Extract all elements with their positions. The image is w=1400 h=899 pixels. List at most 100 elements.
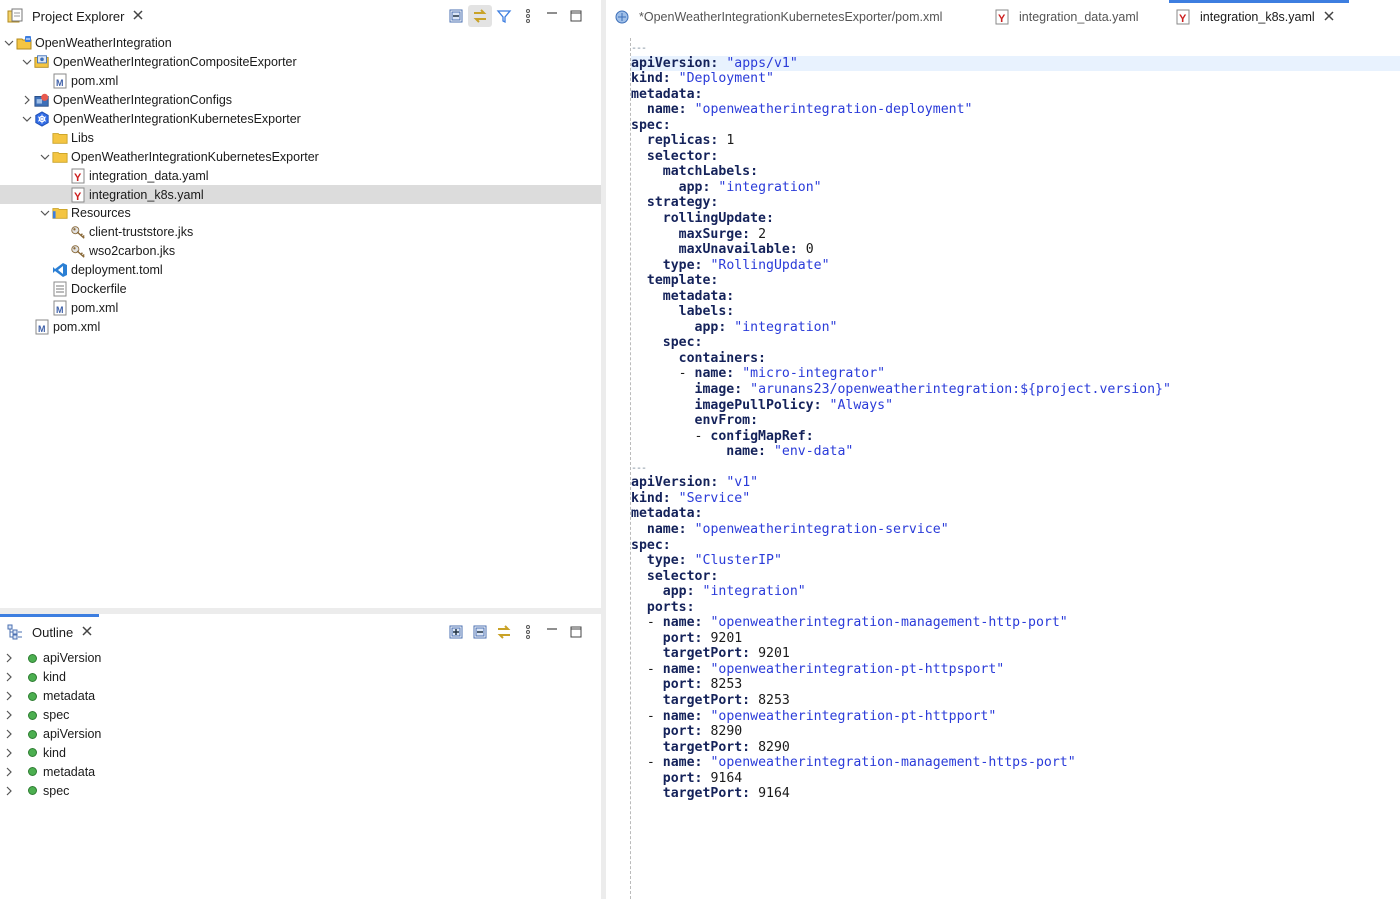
yaml-number-value: 8253	[710, 677, 743, 693]
yaml-colon: :	[694, 770, 703, 786]
code-line: spec:	[631, 335, 1400, 351]
outline-item[interactable]: spec	[0, 706, 601, 725]
editor-tab[interactable]: Yintegration_data.yaml	[994, 0, 1139, 34]
tree-item[interactable]: client-truststore.jks	[0, 223, 601, 242]
yaml-key: template	[646, 273, 711, 289]
chevron-down-icon[interactable]	[20, 55, 34, 69]
yaml-key: metadata	[631, 506, 695, 522]
outline-item-label: kind	[43, 670, 66, 685]
tree-item-label: integration_data.yaml	[89, 168, 209, 183]
yaml-colon: :	[750, 164, 759, 180]
editor-area: *OpenWeatherIntegrationKubernetesExporte…	[606, 0, 1400, 899]
tree-item[interactable]: OpenWeatherIntegration	[0, 34, 601, 53]
yaml-colon: :	[813, 397, 822, 413]
chevron-right-icon[interactable]	[2, 746, 16, 760]
tree-item[interactable]: OpenWeatherIntegrationKubernetesExporter	[0, 110, 601, 129]
collapse-all-icon[interactable]	[444, 5, 468, 27]
chevron-down-icon[interactable]	[20, 112, 34, 126]
chevron-down-icon[interactable]	[2, 36, 16, 50]
link-with-editor-icon[interactable]	[468, 5, 492, 27]
chevron-right-icon[interactable]	[2, 670, 16, 684]
chevron-right-icon[interactable]	[2, 651, 16, 665]
chevron-right-icon[interactable]	[2, 689, 16, 703]
tree-item[interactable]: Mpom.xml	[0, 298, 601, 317]
outline-item-label: apiVersion	[43, 727, 102, 741]
collapse-all-icon[interactable]	[468, 621, 492, 643]
chevron-right-icon[interactable]	[2, 784, 16, 798]
chevron-right-icon[interactable]	[20, 93, 34, 107]
outline-item[interactable]: apiVersion	[0, 649, 601, 668]
code-line: app: "integration"	[631, 180, 1400, 196]
chevron-right-icon[interactable]	[2, 708, 16, 722]
document-separator: ---	[631, 462, 647, 474]
yaml-colon: :	[694, 708, 703, 724]
yaml-key: ports	[646, 599, 687, 615]
tree-item[interactable]: Mpom.xml	[0, 317, 601, 336]
editor-tab[interactable]: *OpenWeatherIntegrationKubernetesExporte…	[614, 0, 942, 34]
yaml-key: replicas	[646, 133, 711, 149]
yaml-node-icon	[24, 783, 40, 799]
close-icon[interactable]	[81, 625, 93, 640]
code-line: selector:	[631, 569, 1400, 585]
view-menu-icon[interactable]	[516, 5, 540, 27]
close-icon[interactable]	[1323, 10, 1335, 25]
code-line: envFrom:	[631, 413, 1400, 429]
outline-item-label: metadata	[43, 764, 96, 779]
svg-text:M: M	[56, 305, 64, 315]
tree-item[interactable]: Resources	[0, 204, 601, 223]
keystore-icon	[70, 243, 86, 259]
tree-item[interactable]: deployment.toml	[0, 261, 601, 280]
maximize-icon[interactable]	[564, 621, 588, 643]
editor-tab-label: integration_k8s.yaml	[1200, 10, 1315, 24]
maven-project-icon	[614, 9, 630, 25]
outline-item[interactable]: metadata	[0, 762, 601, 781]
chevron-down-icon[interactable]	[38, 206, 52, 220]
expand-all-icon[interactable]	[444, 621, 468, 643]
yaml-colon: :	[710, 475, 719, 491]
tree-item[interactable]: Dockerfile	[0, 280, 601, 299]
yaml-key: apiVersion	[631, 475, 711, 491]
yaml-colon: :	[742, 646, 751, 662]
outline-item[interactable]: kind	[0, 668, 601, 687]
tree-item[interactable]: Yintegration_data.yaml	[0, 166, 601, 185]
outline-item[interactable]: metadata	[0, 687, 601, 706]
yaml-key: kind	[631, 71, 663, 87]
tree-item[interactable]: OpenWeatherIntegrationConfigs	[0, 91, 601, 110]
outline-tab[interactable]: Outline	[7, 624, 93, 640]
link-with-editor-icon[interactable]	[492, 621, 516, 643]
outline-item[interactable]: apiVersion	[0, 725, 601, 744]
minimize-icon[interactable]	[540, 5, 564, 27]
chevron-right-icon[interactable]	[2, 727, 16, 741]
project-explorer-tab[interactable]: Project Explorer	[7, 8, 144, 24]
outline-item-label: kind	[43, 745, 66, 760]
minimize-icon[interactable]	[540, 621, 564, 643]
chevron-right-icon[interactable]	[2, 765, 16, 779]
yaml-string-value: "integration"	[734, 319, 838, 335]
yaml-editor[interactable]: --- apiVersion: "apps/v1" kind: "Deploymen…	[606, 34, 1400, 899]
tree-item[interactable]: OpenWeatherIntegrationKubernetesExporter	[0, 147, 601, 166]
tree-item[interactable]: OpenWeatherIntegrationCompositeExporter	[0, 53, 601, 72]
maximize-icon[interactable]	[564, 5, 588, 27]
tree-item[interactable]: Yintegration_k8s.yaml	[0, 185, 601, 205]
filter-icon[interactable]	[492, 5, 516, 27]
code-line: imagePullPolicy: "Always"	[631, 398, 1400, 414]
editor-tab[interactable]: Yintegration_k8s.yaml	[1169, 0, 1349, 34]
tree-item[interactable]: wso2carbon.jks	[0, 242, 601, 261]
code-text[interactable]: --- apiVersion: "apps/v1" kind: "Deploymen…	[631, 40, 1400, 802]
composite-exporter-icon	[34, 54, 50, 70]
tree-item[interactable]: Libs	[0, 128, 601, 147]
yaml-string-value: "micro-integrator"	[742, 366, 886, 382]
yaml-key: targetPort	[662, 646, 743, 662]
chevron-down-icon[interactable]	[38, 150, 52, 164]
tree-item[interactable]: Mpom.xml	[0, 72, 601, 91]
yaml-colon: :	[765, 211, 774, 227]
view-menu-icon[interactable]	[516, 621, 540, 643]
yaml-key: port	[662, 724, 695, 740]
outline-item[interactable]: spec	[0, 781, 601, 800]
close-icon[interactable]	[132, 9, 144, 24]
outline-item[interactable]: kind	[0, 743, 601, 762]
project-explorer-header: Project Explorer	[0, 0, 601, 34]
